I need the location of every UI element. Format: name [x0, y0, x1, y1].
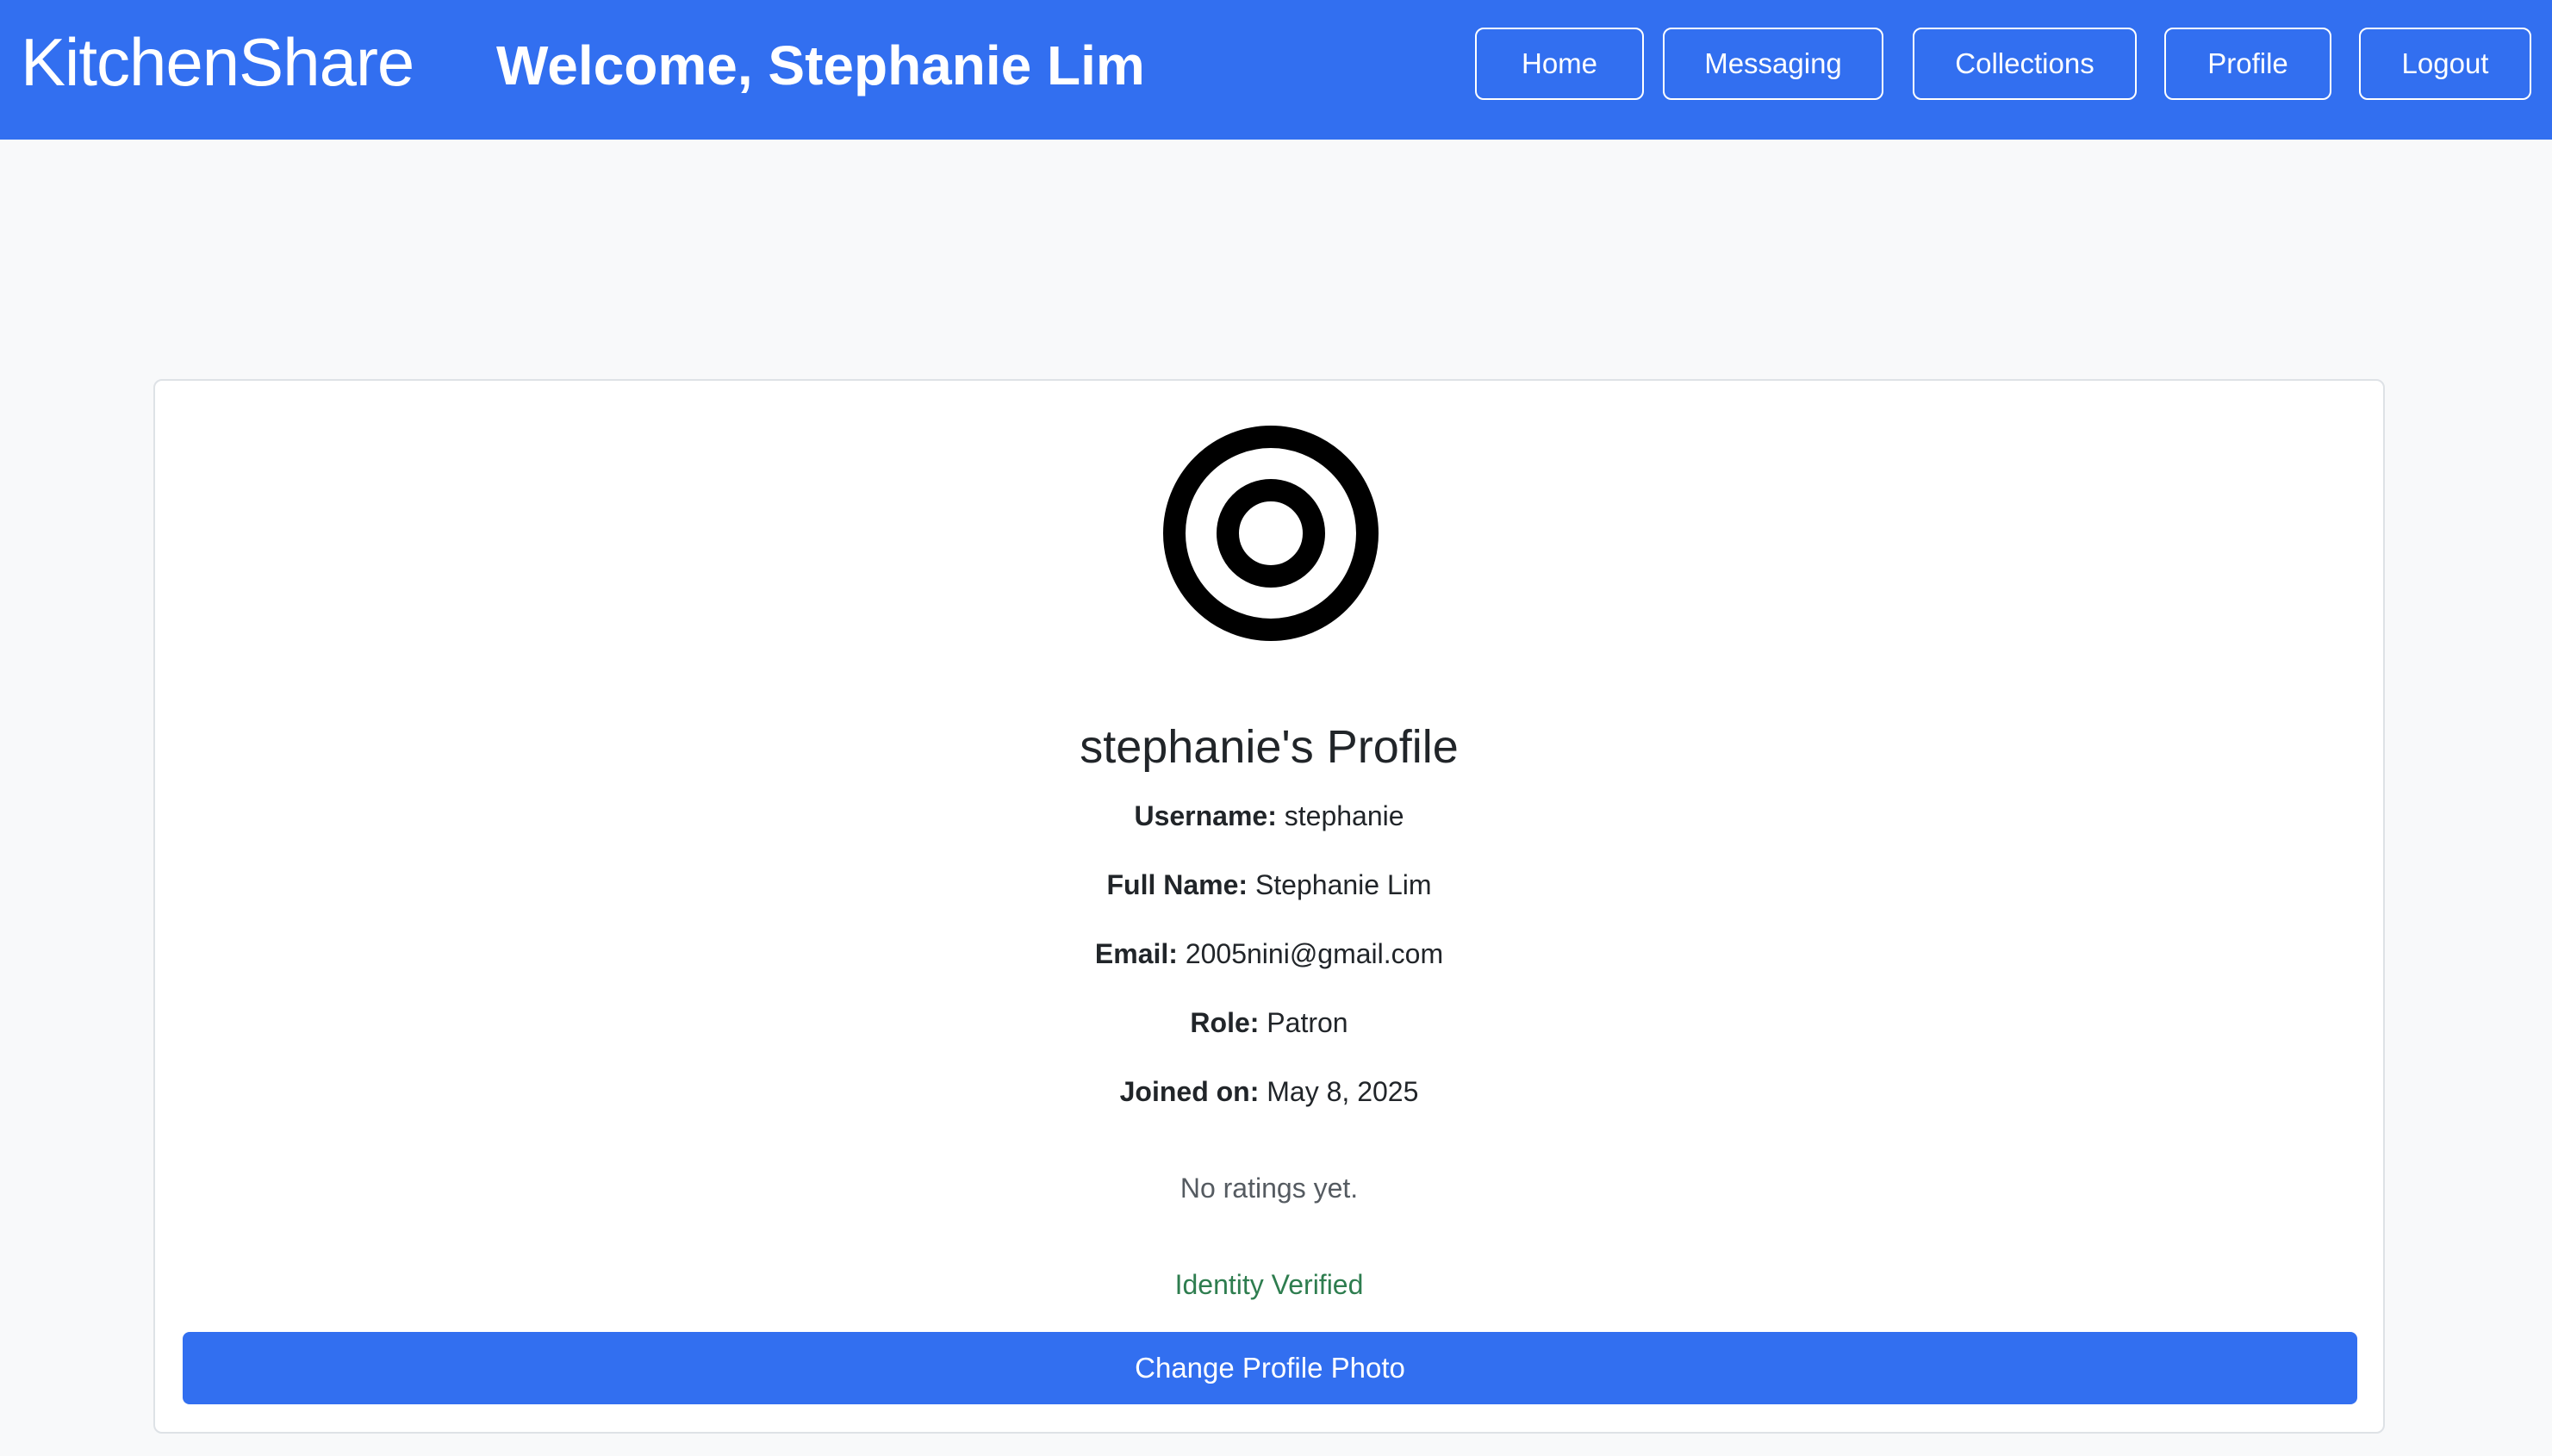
brand-logo[interactable]: KitchenShare [21, 19, 414, 105]
field-value: stephanie [1284, 800, 1404, 831]
nav-profile-button[interactable]: Profile [2164, 28, 2331, 100]
profile-field-full-name: Full Name: Stephanie Lim [155, 865, 2383, 905]
nav-messaging-button[interactable]: Messaging [1663, 28, 1883, 100]
identity-verified-status: Identity Verified [1174, 1269, 1364, 1300]
field-value: Patron [1267, 1007, 1348, 1038]
nav-logout-button[interactable]: Logout [2359, 28, 2531, 100]
profile-card: stephanie's Profile Username: stephanie … [153, 379, 2385, 1434]
profile-title: stephanie's Profile [1080, 721, 1459, 773]
field-value: Stephanie Lim [1254, 869, 1432, 900]
profile-field-email: Email: 2005nini@gmail.com [155, 934, 2383, 974]
field-value: May 8, 2025 [1267, 1076, 1419, 1107]
field-value: 2005nini@gmail.com [1185, 938, 1444, 969]
profile-avatar [1163, 426, 1379, 641]
profile-field-role: Role: Patron [155, 1003, 2383, 1042]
field-label: Email: [1094, 938, 1178, 969]
field-label: Role: [1190, 1007, 1260, 1038]
nav-home-button[interactable]: Home [1475, 28, 1644, 100]
target-circle-icon [1163, 426, 1379, 641]
field-label: Full Name: [1106, 869, 1248, 900]
field-label: Username: [1134, 800, 1277, 831]
change-profile-photo-button[interactable]: Change Profile Photo [183, 1332, 2357, 1404]
nav-collections-button[interactable]: Collections [1913, 28, 2137, 100]
ratings-status: No ratings yet. [1180, 1173, 1359, 1204]
welcome-message: Welcome, Stephanie Lim [496, 34, 1145, 96]
profile-field-joined-on: Joined on: May 8, 2025 [155, 1072, 2383, 1111]
field-label: Joined on: [1119, 1076, 1260, 1107]
top-navbar: KitchenShare Welcome, Stephanie Lim Home… [0, 0, 2552, 140]
profile-field-username: Username: stephanie [155, 796, 2383, 836]
